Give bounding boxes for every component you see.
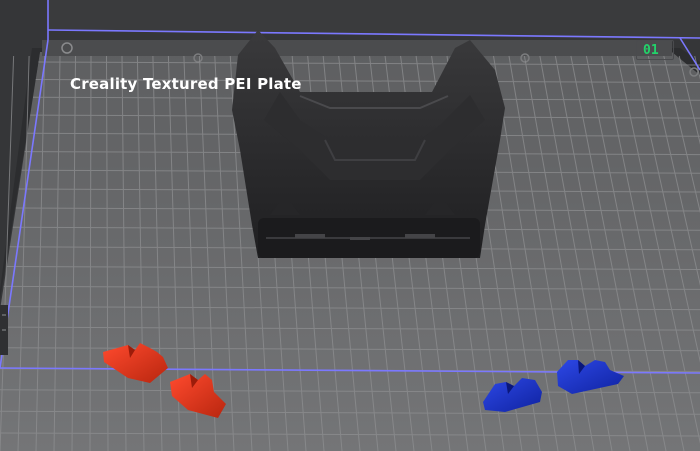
plate-number-label[interactable]: 01 xyxy=(643,43,659,58)
plate-name-label: Creality Textured PEI Plate xyxy=(70,75,302,93)
plate-top-strip xyxy=(42,40,672,56)
left-edge-ruler xyxy=(0,305,8,355)
3d-viewport[interactable]: Creality Textured PEI Plate 01 xyxy=(0,0,700,451)
build-plate-scene[interactable] xyxy=(0,0,700,451)
